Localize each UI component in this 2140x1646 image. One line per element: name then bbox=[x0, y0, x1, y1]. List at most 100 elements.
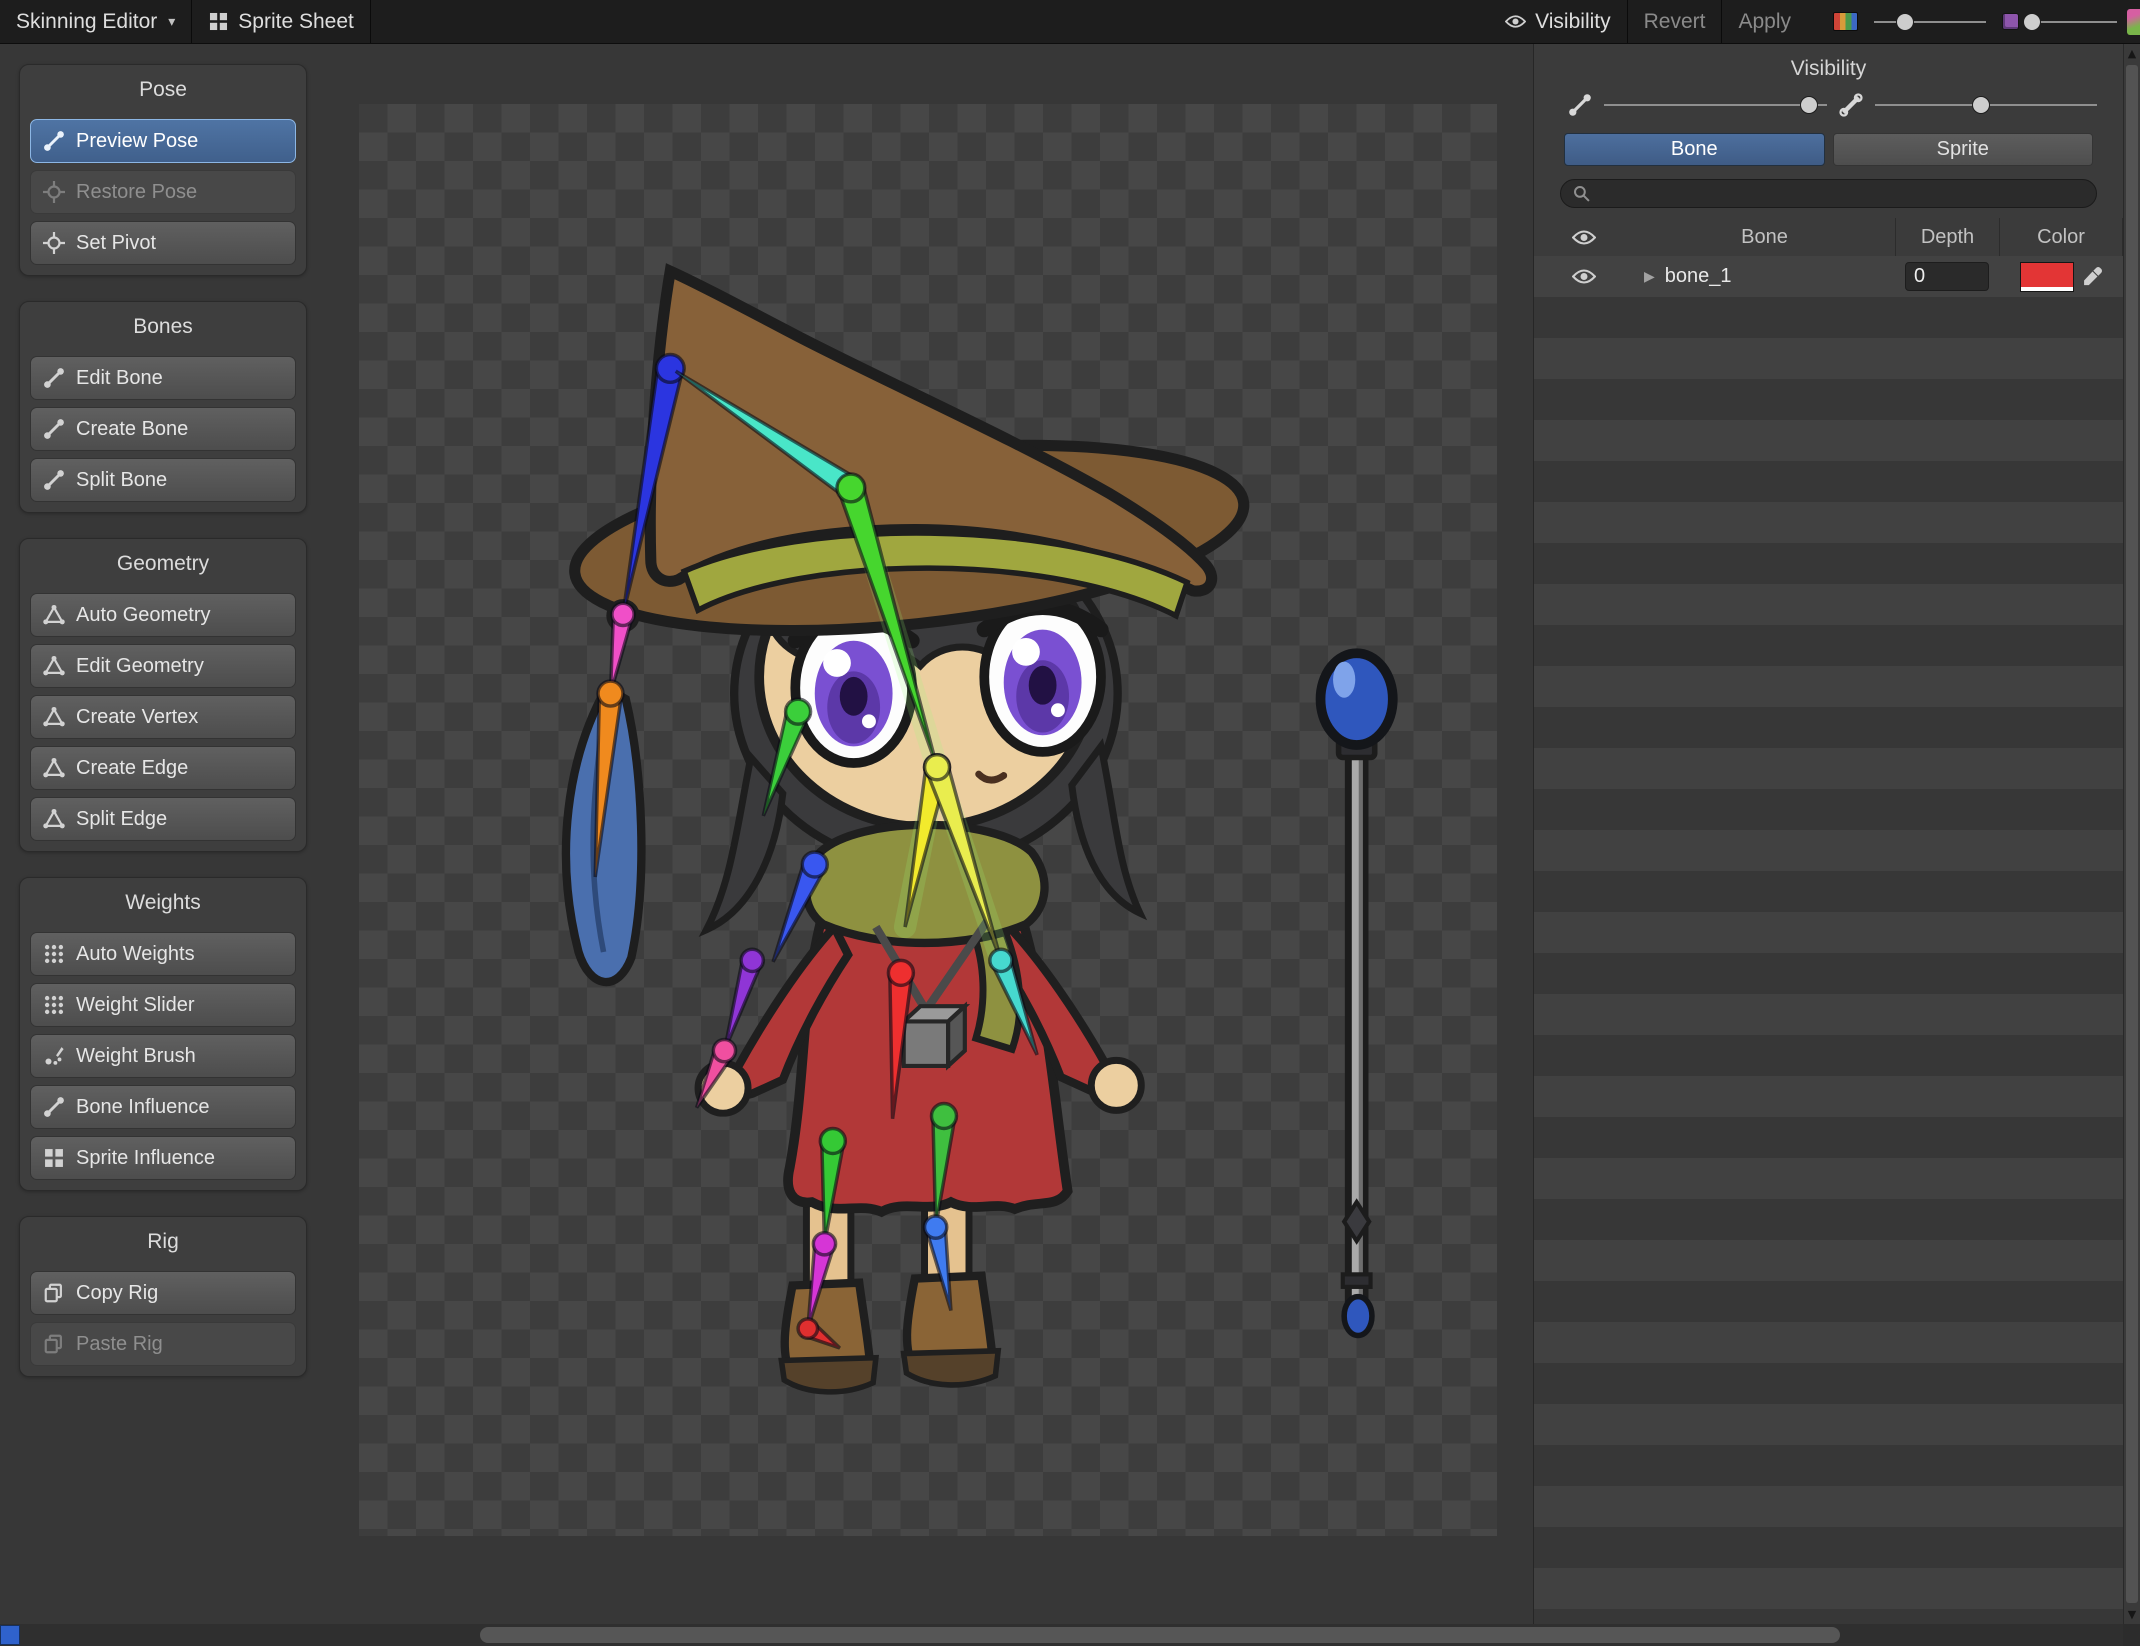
button-label: Copy Rig bbox=[76, 1281, 159, 1304]
bone-influence-button[interactable]: Bone Influence bbox=[30, 1085, 296, 1129]
header-depth-column: Depth bbox=[1895, 218, 1999, 256]
toolbar-slider[interactable] bbox=[2023, 11, 2117, 33]
skinning-editor-menu[interactable]: Skinning Editor ▾ bbox=[0, 0, 191, 43]
edit-bone-button[interactable]: Edit Bone bbox=[30, 356, 296, 400]
button-label: Split Edge bbox=[76, 807, 168, 830]
restore-pose-button[interactable]: Restore Pose bbox=[30, 170, 296, 214]
toolbar-separator bbox=[369, 0, 371, 43]
overlay-tint-icon[interactable] bbox=[2002, 13, 2019, 30]
tab-bone-label: Bone bbox=[1670, 138, 1718, 160]
paste-rig-button[interactable]: Paste Rig bbox=[30, 1322, 296, 1366]
preview-pose-icon bbox=[43, 130, 65, 152]
bone-color-swatch[interactable] bbox=[2019, 261, 2074, 292]
weight-slider-button[interactable]: Weight Slider bbox=[30, 983, 296, 1027]
cropped-toolbar-icon bbox=[2127, 8, 2140, 35]
geometry-panel: Geometry Auto Geometry Edit Geometry Cre… bbox=[19, 538, 307, 852]
split-edge-icon bbox=[43, 808, 65, 830]
auto-weights-button[interactable]: Auto Weights bbox=[30, 932, 296, 976]
button-label: Create Edge bbox=[76, 756, 189, 779]
scrollbar-corner bbox=[2123, 1624, 2140, 1646]
row-eye-toggle[interactable] bbox=[1534, 256, 1634, 297]
bone-name: bone_1 bbox=[1664, 265, 1732, 287]
depth-input[interactable] bbox=[1905, 262, 1989, 291]
pose-panel: Pose Preview Pose Restore Pose Set Pivot bbox=[19, 64, 307, 276]
sprite-canvas[interactable] bbox=[359, 104, 1497, 1536]
edit-geometry-button[interactable]: Edit Geometry bbox=[30, 644, 296, 688]
slider-knob[interactable] bbox=[1896, 12, 1915, 31]
vertical-scroll-thumb[interactable] bbox=[2126, 65, 2138, 1603]
visibility-panel-title: Visibility bbox=[1790, 57, 1867, 80]
edit-bone-icon bbox=[43, 367, 65, 389]
visibility-tabs: Bone Sprite bbox=[1534, 123, 2123, 166]
horizontal-scroll-thumb[interactable] bbox=[480, 1627, 1840, 1643]
create-vertex-button[interactable]: Create Vertex bbox=[30, 695, 296, 739]
visibility-toggle-button[interactable]: Visibility bbox=[1489, 0, 1626, 43]
slider-knob[interactable] bbox=[1972, 96, 1991, 114]
weights-panel-title: Weights bbox=[125, 891, 201, 914]
auto-geometry-icon bbox=[43, 604, 65, 626]
header-eye-toggle[interactable] bbox=[1534, 218, 1634, 256]
vertical-scrollbar[interactable]: ▲ ▼ bbox=[2123, 44, 2140, 1624]
slider-knob[interactable] bbox=[1799, 96, 1818, 114]
copy-rig-button[interactable]: Copy Rig bbox=[30, 1271, 296, 1315]
header-bone-column: Bone bbox=[1741, 225, 1788, 248]
paste-rig-icon bbox=[43, 1333, 65, 1355]
bone-search-input[interactable] bbox=[1597, 182, 2084, 205]
sprite-influence-button[interactable]: Sprite Influence bbox=[30, 1136, 296, 1180]
bone-table-header: Bone Depth Color bbox=[1534, 218, 2123, 256]
button-label: Create Bone bbox=[76, 417, 189, 440]
button-label: Preview Pose bbox=[76, 129, 199, 152]
rig-panel: Rig Copy Rig Paste Rig bbox=[19, 1216, 307, 1377]
create-edge-button[interactable]: Create Edge bbox=[30, 746, 296, 790]
tab-bone[interactable]: Bone bbox=[1564, 133, 1825, 166]
set-pivot-icon bbox=[43, 232, 65, 254]
set-pivot-button[interactable]: Set Pivot bbox=[30, 221, 296, 265]
search-icon bbox=[1573, 185, 1590, 202]
create-edge-icon bbox=[43, 757, 65, 779]
bone-search-box[interactable] bbox=[1560, 179, 2097, 208]
button-label: Weight Slider bbox=[76, 993, 195, 1016]
horizontal-scrollbar[interactable] bbox=[0, 1624, 2123, 1646]
weight-brush-button[interactable]: Weight Brush bbox=[30, 1034, 296, 1078]
tool-column: Pose Preview Pose Restore Pose Set Pivot… bbox=[19, 64, 307, 1402]
sprite-sheet-icon bbox=[208, 11, 229, 32]
button-label: Bone Influence bbox=[76, 1095, 210, 1118]
revert-button[interactable]: Revert bbox=[1628, 0, 1722, 43]
visibility-slider[interactable] bbox=[1874, 94, 2097, 116]
row-disclosure-icon[interactable]: ▶ bbox=[1644, 269, 1655, 285]
weight-brush-icon bbox=[43, 1045, 65, 1067]
split-edge-button[interactable]: Split Edge bbox=[30, 797, 296, 841]
create-bone-button[interactable]: Create Bone bbox=[30, 407, 296, 451]
workspace: Pose Preview Pose Restore Pose Set Pivot… bbox=[0, 44, 2140, 1646]
slider-track bbox=[1604, 104, 1827, 106]
tab-sprite[interactable]: Sprite bbox=[1832, 133, 2093, 166]
split-bone-button[interactable]: Split Bone bbox=[30, 458, 296, 502]
scroll-down-icon[interactable]: ▼ bbox=[2124, 1608, 2140, 1621]
weights-panel: Weights Auto Weights Weight Slider Weigh… bbox=[19, 877, 307, 1191]
tab-sprite-label: Sprite bbox=[1936, 138, 1989, 160]
overlay-color-palette-icon[interactable] bbox=[1833, 12, 1858, 31]
button-label: Sprite Influence bbox=[76, 1146, 215, 1169]
visibility-slider[interactable] bbox=[1604, 94, 1827, 116]
sprite-sheet-button[interactable]: Sprite Sheet bbox=[192, 0, 370, 43]
split-bone-icon bbox=[43, 469, 65, 491]
create-bone-icon bbox=[43, 418, 65, 440]
bone-list-stripes bbox=[1534, 297, 2123, 1624]
toolbar-slider[interactable] bbox=[1874, 11, 1986, 33]
top-toolbar: Skinning Editor ▾ Sprite Sheet Visibilit… bbox=[0, 0, 2140, 44]
auto-geometry-button[interactable]: Auto Geometry bbox=[30, 593, 296, 637]
slider-knob[interactable] bbox=[2023, 12, 2042, 31]
visibility-sliders-row bbox=[1534, 93, 2123, 123]
auto-weights-icon bbox=[43, 943, 65, 965]
rig-panel-title: Rig bbox=[147, 1230, 179, 1253]
apply-button[interactable]: Apply bbox=[1722, 0, 1807, 43]
bone-row[interactable]: ▶ bone_1 bbox=[1534, 256, 2123, 297]
preview-pose-button[interactable]: Preview Pose bbox=[30, 119, 296, 163]
bone-filled-icon bbox=[1568, 93, 1592, 117]
button-label: Auto Weights bbox=[76, 942, 195, 965]
bone-overlay[interactable] bbox=[359, 104, 1497, 1536]
eyedropper-icon[interactable] bbox=[2082, 266, 2103, 287]
sprite-sheet-label: Sprite Sheet bbox=[238, 9, 354, 33]
create-vertex-icon bbox=[43, 706, 65, 728]
scroll-up-icon[interactable]: ▲ bbox=[2124, 47, 2140, 60]
